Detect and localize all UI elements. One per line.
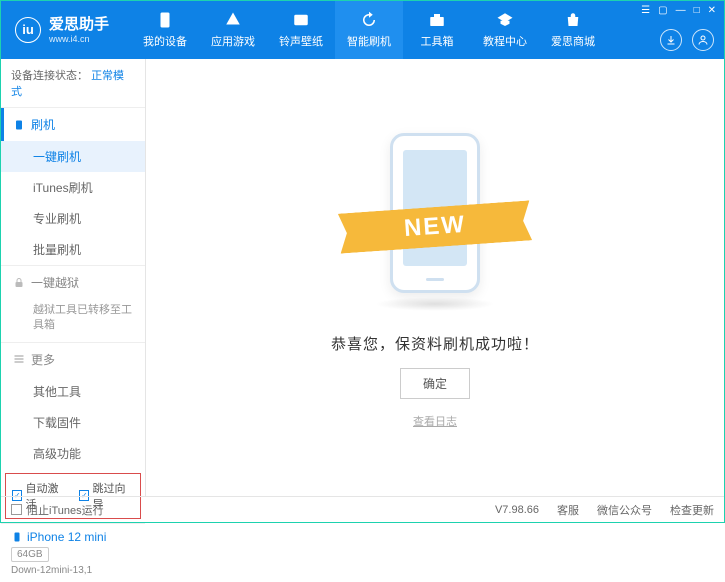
download-icon <box>665 34 677 46</box>
status-bar: 阻止iTunes运行 V7.98.66 客服 微信公众号 检查更新 <box>1 496 724 522</box>
sidebar-item-one-key-flash[interactable]: 一键刷机 <box>1 141 145 172</box>
device-icon <box>11 531 23 543</box>
sidebar: 设备连接状态： 正常模式 刷机 一键刷机 iTunes刷机 专业刷机 批量刷机 … <box>1 59 146 496</box>
version-label: V7.98.66 <box>495 504 539 516</box>
section-more: 更多 其他工具 下载固件 高级功能 <box>1 342 145 469</box>
wechat-link[interactable]: 微信公众号 <box>597 502 652 518</box>
nav-smart-flash[interactable]: 智能刷机 <box>335 1 403 59</box>
section-jailbreak-header[interactable]: 一键越狱 <box>1 266 145 299</box>
sidebar-item-batch-flash[interactable]: 批量刷机 <box>1 234 145 265</box>
header-actions <box>660 29 714 51</box>
main-nav: 我的设备 应用游戏 铃声壁纸 智能刷机 工具箱 教程中心 爱思商城 <box>131 1 607 59</box>
logo-text: 爱思助手 www.i4.cn <box>49 16 109 45</box>
section-more-header[interactable]: 更多 <box>1 343 145 376</box>
nav-store[interactable]: 爱思商城 <box>539 1 607 59</box>
jailbreak-note: 越狱工具已转移至工具箱 <box>1 299 145 342</box>
toolbox-icon <box>428 11 446 29</box>
window-controls: ☰ ▢ — □ ✕ <box>641 5 716 16</box>
apps-icon <box>224 11 242 29</box>
logo: iu 爱思助手 www.i4.cn <box>1 16 123 45</box>
sidebar-item-advanced[interactable]: 高级功能 <box>1 438 145 469</box>
success-illustration: NEW <box>345 127 525 307</box>
body: 设备连接状态： 正常模式 刷机 一键刷机 iTunes刷机 专业刷机 批量刷机 … <box>1 59 724 496</box>
device-info[interactable]: iPhone 12 mini 64GB Down-12mini-13,1 <box>1 523 145 582</box>
sidebar-item-pro-flash[interactable]: 专业刷机 <box>1 203 145 234</box>
app-window: iu 爱思助手 www.i4.cn 我的设备 应用游戏 铃声壁纸 智能刷机 工具… <box>0 0 725 523</box>
section-flash-header[interactable]: 刷机 <box>1 108 145 141</box>
graduation-icon <box>496 11 514 29</box>
nav-my-device[interactable]: 我的设备 <box>131 1 199 59</box>
device-name: iPhone 12 mini <box>11 530 135 544</box>
confirm-button[interactable]: 确定 <box>400 368 470 399</box>
nav-ringtone-wallpaper[interactable]: 铃声壁纸 <box>267 1 335 59</box>
maximize-button[interactable]: □ <box>694 5 700 16</box>
skin-icon[interactable]: ▢ <box>658 5 667 16</box>
shadow <box>375 297 495 311</box>
settings-icon[interactable]: ☰ <box>641 5 650 16</box>
title-bar: iu 爱思助手 www.i4.cn 我的设备 应用游戏 铃声壁纸 智能刷机 工具… <box>1 1 724 59</box>
device-model: Down-12mini-13,1 <box>11 565 135 576</box>
support-link[interactable]: 客服 <box>557 502 579 518</box>
user-button[interactable] <box>692 29 714 51</box>
section-jailbreak: 一键越狱 越狱工具已转移至工具箱 <box>1 265 145 342</box>
phone-icon <box>156 11 174 29</box>
new-ribbon: NEW <box>338 200 532 253</box>
list-icon <box>13 353 25 365</box>
minimize-button[interactable]: — <box>676 5 686 16</box>
folder-icon <box>292 11 310 29</box>
main-pane: NEW 恭喜您，保资料刷机成功啦！ 确定 查看日志 <box>146 59 724 496</box>
bag-icon <box>564 11 582 29</box>
sidebar-item-download-firmware[interactable]: 下载固件 <box>1 407 145 438</box>
close-button[interactable]: ✕ <box>708 5 716 16</box>
success-message: 恭喜您，保资料刷机成功啦！ <box>331 333 539 354</box>
app-url: www.i4.cn <box>49 34 109 45</box>
nav-toolbox[interactable]: 工具箱 <box>403 1 471 59</box>
phone-flash-icon <box>13 119 25 131</box>
logo-icon: iu <box>15 17 41 43</box>
view-log-link[interactable]: 查看日志 <box>413 413 457 429</box>
connection-status: 设备连接状态： 正常模式 <box>1 59 145 107</box>
download-button[interactable] <box>660 29 682 51</box>
device-capacity: 64GB <box>11 547 49 562</box>
sidebar-item-itunes-flash[interactable]: iTunes刷机 <box>1 172 145 203</box>
check-update-link[interactable]: 检查更新 <box>670 502 714 518</box>
lock-icon <box>13 277 25 289</box>
checkbox-icon <box>11 504 22 515</box>
section-flash: 刷机 一键刷机 iTunes刷机 专业刷机 批量刷机 <box>1 107 145 265</box>
sidebar-item-other-tools[interactable]: 其他工具 <box>1 376 145 407</box>
nav-app-games[interactable]: 应用游戏 <box>199 1 267 59</box>
checkbox-block-itunes[interactable]: 阻止iTunes运行 <box>11 502 104 518</box>
nav-tutorial[interactable]: 教程中心 <box>471 1 539 59</box>
refresh-icon <box>360 11 378 29</box>
app-name: 爱思助手 <box>49 16 109 34</box>
user-icon <box>697 34 709 46</box>
